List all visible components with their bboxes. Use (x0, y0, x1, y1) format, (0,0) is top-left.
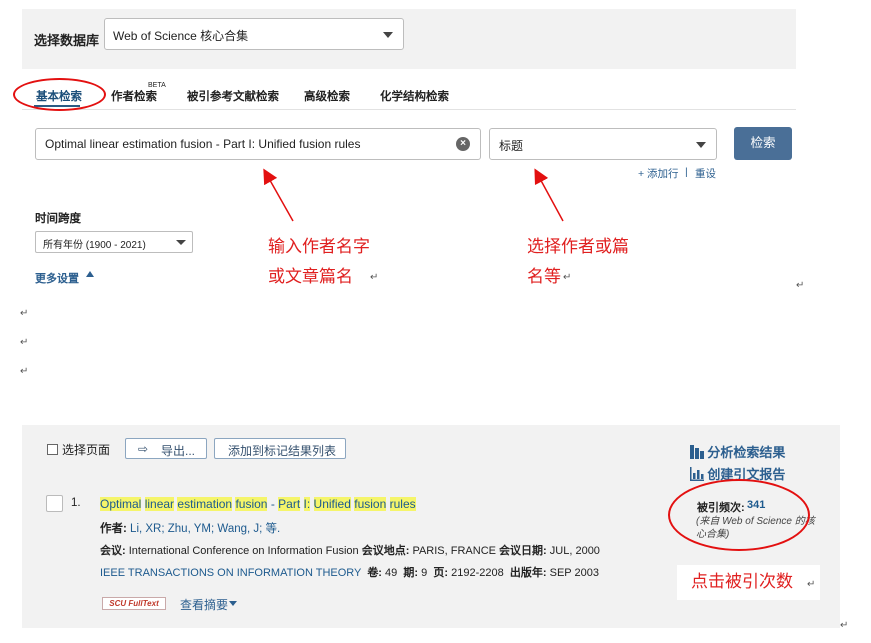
issue-value: 9 (421, 567, 428, 579)
pages-value: 2192-2208 (451, 567, 504, 579)
chevron-down-icon[interactable] (229, 601, 237, 606)
analyze-results-label: 分析检索结果 (707, 445, 786, 460)
analyze-results-link[interactable]: 分析检索结果 (690, 442, 785, 461)
paragraph-mark: ↵ (370, 272, 379, 283)
paragraph-mark: ↵ (563, 272, 572, 283)
annotation-click-times-cited: 点击被引次数 (691, 572, 793, 592)
select-page-checkbox[interactable] (47, 444, 58, 455)
title-word: fusion (235, 497, 268, 511)
year-label: 出版年: (509, 567, 547, 579)
location-value: PARIS, FRANCE (412, 545, 496, 557)
annotation-select-field: 选择作者或篇 名等 (527, 232, 629, 292)
arrow-to-field-select (534, 168, 564, 222)
paragraph-mark: ↵ (840, 620, 849, 631)
paragraph-mark: ↵ (20, 337, 29, 348)
title-word: I: (303, 497, 311, 511)
location-label: 会议地点: (361, 545, 410, 557)
report-chart-icon (690, 467, 704, 481)
volume-value: 49 (385, 567, 398, 579)
record-authors: 作者: Li, XR; Zhu, YM; Wang, J; 等. (100, 520, 280, 536)
arrow-to-search-input (263, 168, 294, 222)
record-title-link[interactable]: Optimal linear estimation fusion - Part … (100, 497, 416, 511)
record-checkbox[interactable] (46, 495, 63, 512)
paragraph-mark: ↵ (796, 280, 805, 291)
title-word: Part (278, 497, 301, 511)
annotation-enter-author-or-title: 输入作者名字 或文章篇名 (268, 232, 370, 292)
export-icon: ⇨ (138, 442, 149, 456)
title-word: - (270, 497, 275, 511)
journal-link[interactable]: IEEE TRANSACTIONS ON INFORMATION THEORY (100, 567, 361, 579)
date-value: JUL, 2000 (549, 545, 600, 557)
authors-links[interactable]: Li, XR; Zhu, YM; Wang, J; 等. (130, 523, 280, 535)
record-conference: 会议: International Conference on Informat… (100, 542, 600, 558)
conference-name: International Conference on Information … (128, 545, 359, 557)
annotation-line: 选择作者或篇 (527, 237, 629, 257)
export-label: 导出... (161, 444, 196, 458)
issue-label: 期: (403, 567, 419, 579)
title-word: Unified (313, 497, 351, 511)
title-word: rules (389, 497, 416, 511)
title-word: fusion (354, 497, 387, 511)
annotation-line: 或文章篇名 (268, 267, 353, 287)
title-word: linear (144, 497, 175, 511)
paragraph-mark: ↵ (807, 579, 816, 590)
timespan-label: 时间跨度 (35, 213, 81, 225)
conference-label: 会议: (100, 545, 126, 557)
more-settings-link[interactable]: 更多设置 (35, 270, 79, 286)
annotation-line: 输入作者名字 (268, 237, 370, 257)
timespan-select[interactable]: 所有年份 (1900 - 2021) (35, 231, 193, 253)
annotation-line: 名等 (527, 267, 561, 287)
export-button[interactable]: ⇨ 导出... (125, 438, 207, 459)
title-word: estimation (177, 497, 233, 511)
bar-chart-icon (690, 445, 704, 459)
pages-label: 页: (433, 567, 449, 579)
full-text-button[interactable]: SCU FullText (102, 597, 166, 610)
year-value: SEP 2003 (549, 567, 599, 579)
add-to-marked-list-label: 添加到标记结果列表 (228, 444, 337, 458)
timespan-value: 所有年份 (1900 - 2021) (43, 240, 146, 251)
paragraph-mark: ↵ (20, 366, 29, 377)
paragraph-mark: ↵ (20, 308, 29, 319)
record-source: IEEE TRANSACTIONS ON INFORMATION THEORY … (100, 564, 599, 580)
chevron-down-icon (176, 240, 186, 245)
record-number: 1. (71, 497, 81, 509)
annotation-circle-times-cited (668, 479, 810, 551)
chevron-up-icon[interactable] (86, 271, 94, 277)
add-to-marked-list-button[interactable]: 添加到标记结果列表 (214, 438, 346, 459)
title-word: Optimal (100, 497, 142, 511)
authors-label: 作者: (100, 523, 127, 535)
date-label: 会议日期: (499, 545, 547, 557)
select-page-label: 选择页面 (62, 443, 111, 457)
view-abstract-link[interactable]: 查看摘要 (180, 596, 228, 613)
volume-label: 卷: (367, 567, 382, 579)
